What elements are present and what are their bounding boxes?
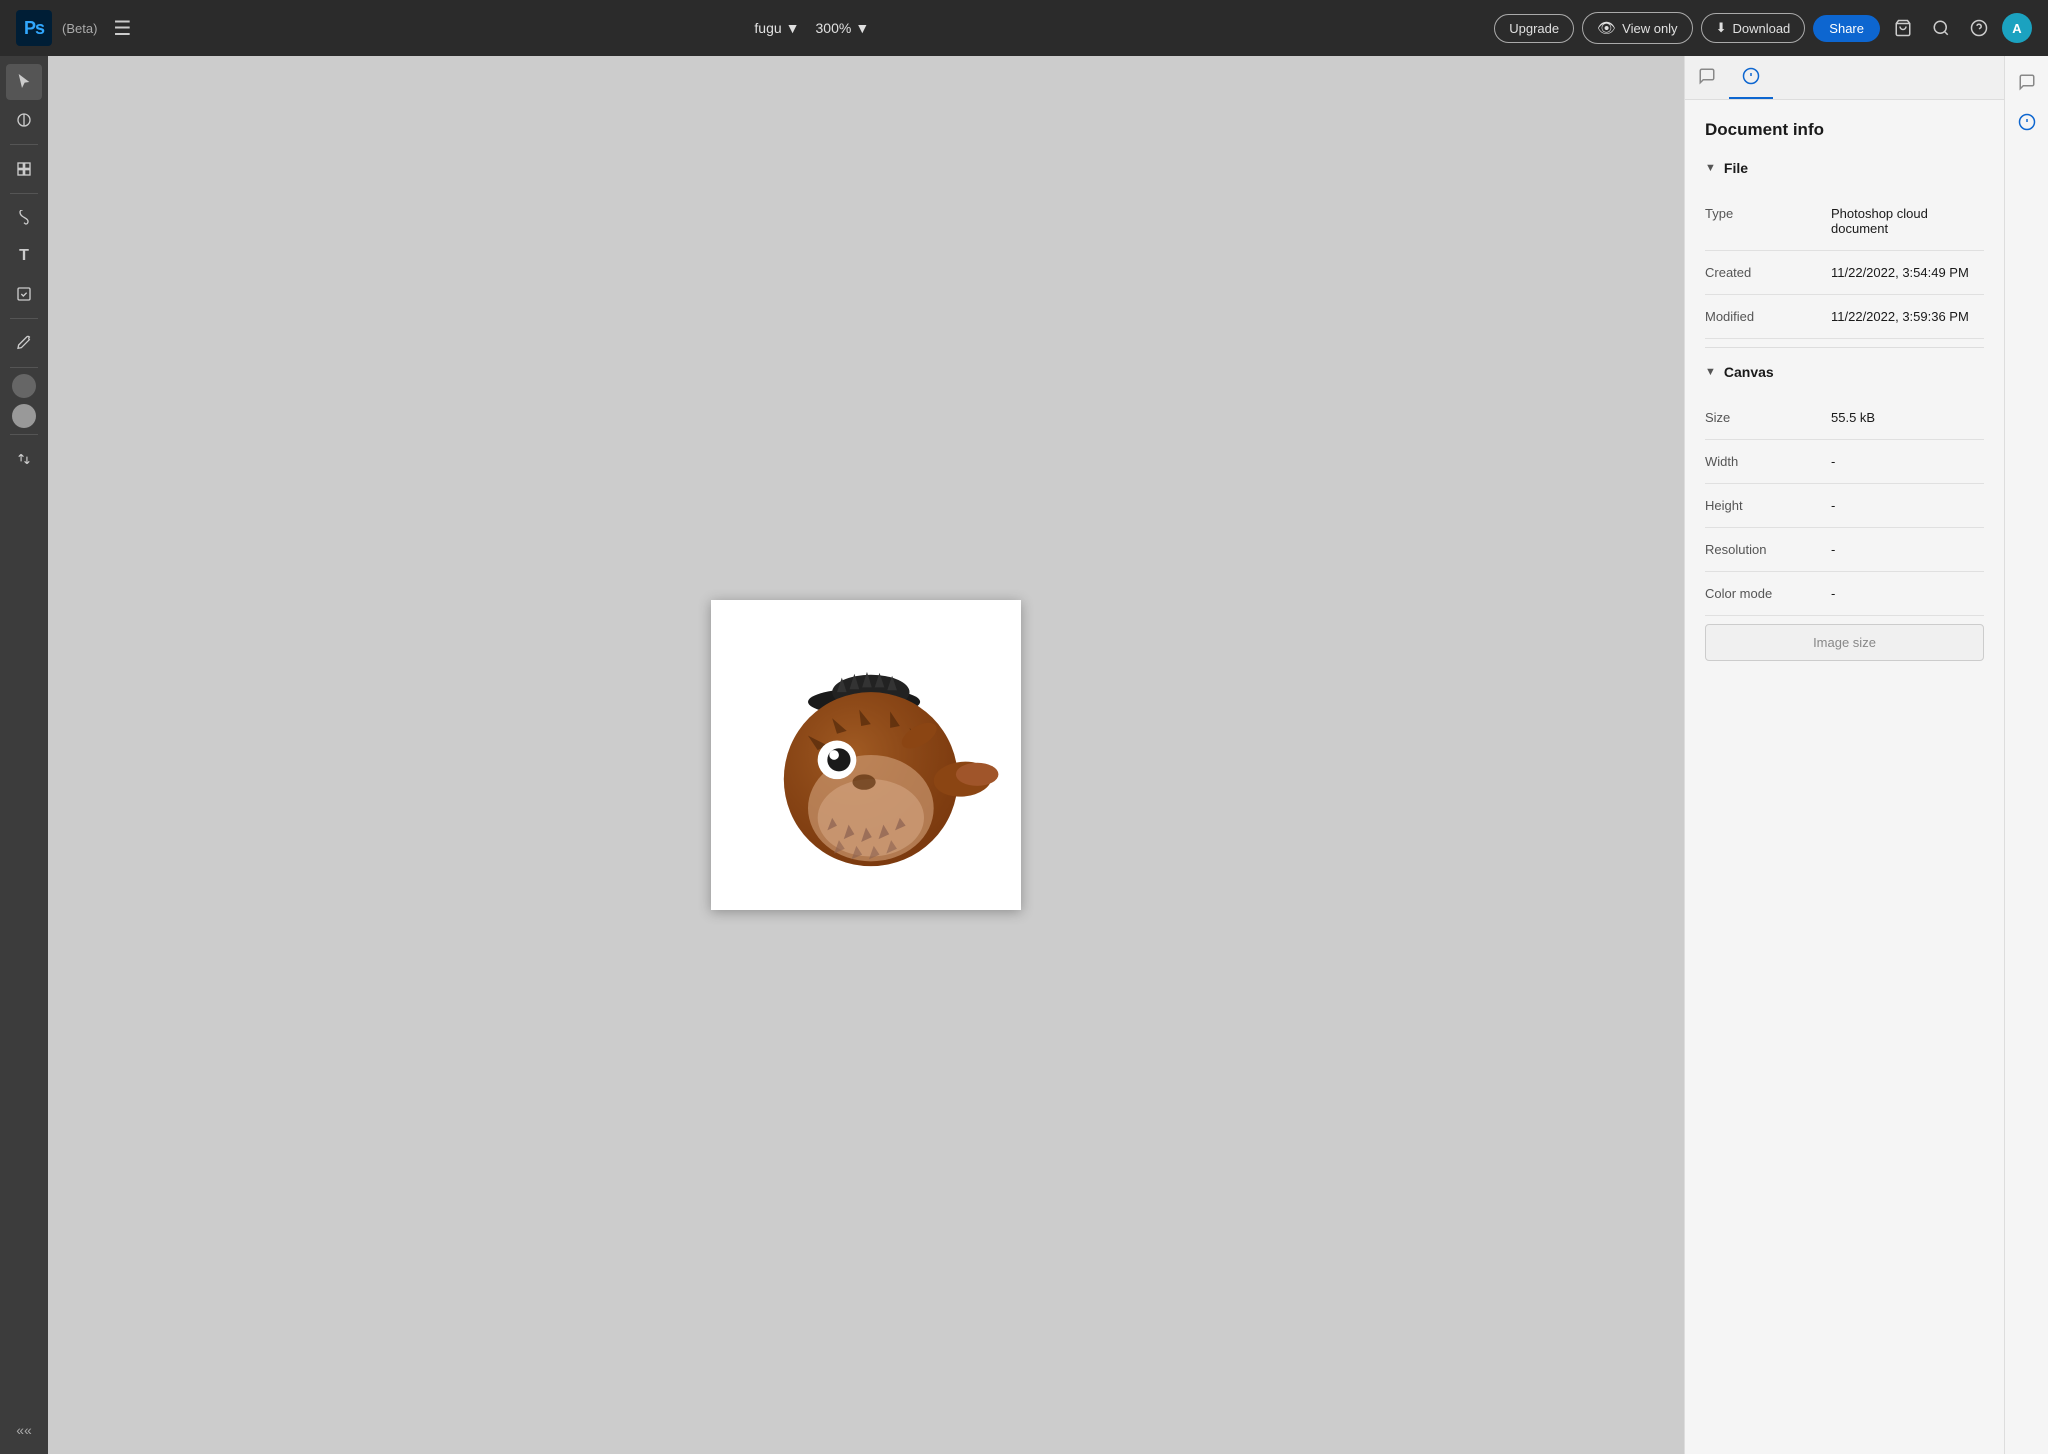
file-name-chevron-icon: ▼ [786,20,800,36]
modified-label: Modified [1705,309,1815,324]
side-comments-icon[interactable] [2009,64,2045,100]
canvas-image-wrapper [711,600,1021,910]
ps-beta-label: (Beta) [62,21,97,36]
topbar-left: Ps (Beta) ☰ [16,10,137,46]
canvas-section-label: Canvas [1724,364,1774,380]
created-label: Created [1705,265,1815,280]
tab-info[interactable] [1729,56,1773,99]
file-section-label: File [1724,160,1748,176]
tool-select[interactable] [6,64,42,100]
view-only-label: View only [1622,21,1677,36]
notifications-icon[interactable] [1888,15,1918,41]
right-panel-tabs [1685,56,2004,100]
side-info-icon[interactable] [2009,104,2045,140]
modified-row: Modified 11/22/2022, 3:59:36 PM [1705,295,1984,339]
fugu-illustration [721,610,1011,900]
tool-shape[interactable] [6,276,42,312]
tab-comments[interactable] [1685,56,1729,99]
zoom-value: 300% [816,20,852,36]
download-icon: ⬇ [1716,20,1727,36]
zoom-chevron-icon: ▼ [855,20,869,36]
view-only-button[interactable]: 👁 View only [1582,12,1692,44]
search-icon[interactable] [1926,15,1956,41]
topbar-right: Upgrade 👁 View only ⬇ Download Share A [1494,12,2032,44]
file-name-text: fugu [754,20,781,36]
tool-brush[interactable] [6,200,42,236]
main-layout: T «« [0,56,2048,1454]
hamburger-menu-icon[interactable]: ☰ [107,12,137,45]
doc-info-title: Document info [1705,120,1984,140]
resolution-value: - [1831,542,1984,557]
width-label: Width [1705,454,1815,469]
topbar-center: fugu ▼ 300% ▼ [149,16,1482,40]
topbar: Ps (Beta) ☰ fugu ▼ 300% ▼ Upgrade 👁 View… [0,0,2048,56]
image-size-button[interactable]: Image size [1705,624,1984,661]
type-row: Type Photoshop cloud document [1705,192,1984,251]
canvas-section-chevron-icon: ▼ [1705,366,1716,378]
created-row: Created 11/22/2022, 3:54:49 PM [1705,251,1984,295]
collapse-toolbar-button[interactable]: «« [8,1414,40,1446]
height-row: Height - [1705,484,1984,528]
canvas-area[interactable] [48,56,1684,1454]
tool-eyedropper[interactable] [6,325,42,361]
ps-logo-text: Ps [24,18,44,39]
tool-lasso[interactable] [6,102,42,138]
height-label: Height [1705,498,1815,513]
resolution-row: Resolution - [1705,528,1984,572]
background-color-swatch[interactable] [12,404,36,428]
modified-value: 11/22/2022, 3:59:36 PM [1831,309,1984,324]
color-mode-label: Color mode [1705,586,1815,601]
color-mode-value: - [1831,586,1984,601]
file-section-chevron-icon: ▼ [1705,162,1716,174]
text-tool-label: T [19,247,29,265]
avatar[interactable]: A [2002,13,2032,43]
eye-icon: 👁 [1597,19,1616,37]
download-button[interactable]: ⬇ Download [1701,13,1806,43]
tool-separator-3 [10,318,38,319]
upgrade-button[interactable]: Upgrade [1494,14,1574,43]
canvas-section-header[interactable]: ▼ Canvas [1705,364,1984,380]
tool-separator-4 [10,367,38,368]
right-side-icon-bar [2004,56,2048,1454]
tool-separator-1 [10,144,38,145]
zoom-control[interactable]: 300% ▼ [808,16,878,40]
section-divider [1705,347,1984,348]
tool-transform[interactable] [6,151,42,187]
type-label: Type [1705,206,1815,221]
right-panel-content: Document info ▼ File Type Photoshop clou… [1685,100,2004,1454]
size-value: 55.5 kB [1831,410,1984,425]
share-button[interactable]: Share [1813,15,1880,42]
tool-swap[interactable] [6,441,42,477]
tool-separator-5 [10,434,38,435]
left-toolbar: T «« [0,56,48,1454]
ps-logo: Ps [16,10,52,46]
color-mode-row: Color mode - [1705,572,1984,616]
created-value: 11/22/2022, 3:54:49 PM [1831,265,1984,280]
foreground-color-swatch[interactable] [12,374,36,398]
file-name-button[interactable]: fugu ▼ [754,20,799,36]
resolution-label: Resolution [1705,542,1815,557]
height-value: - [1831,498,1984,513]
download-label: Download [1732,21,1790,36]
file-section-header[interactable]: ▼ File [1705,160,1984,176]
help-icon[interactable] [1964,15,1994,41]
tool-separator-2 [10,193,38,194]
type-value: Photoshop cloud document [1831,206,1984,236]
size-row: Size 55.5 kB [1705,396,1984,440]
width-value: - [1831,454,1984,469]
size-label: Size [1705,410,1815,425]
right-panel: Document info ▼ File Type Photoshop clou… [1684,56,2004,1454]
tool-text[interactable]: T [6,238,42,274]
width-row: Width - [1705,440,1984,484]
